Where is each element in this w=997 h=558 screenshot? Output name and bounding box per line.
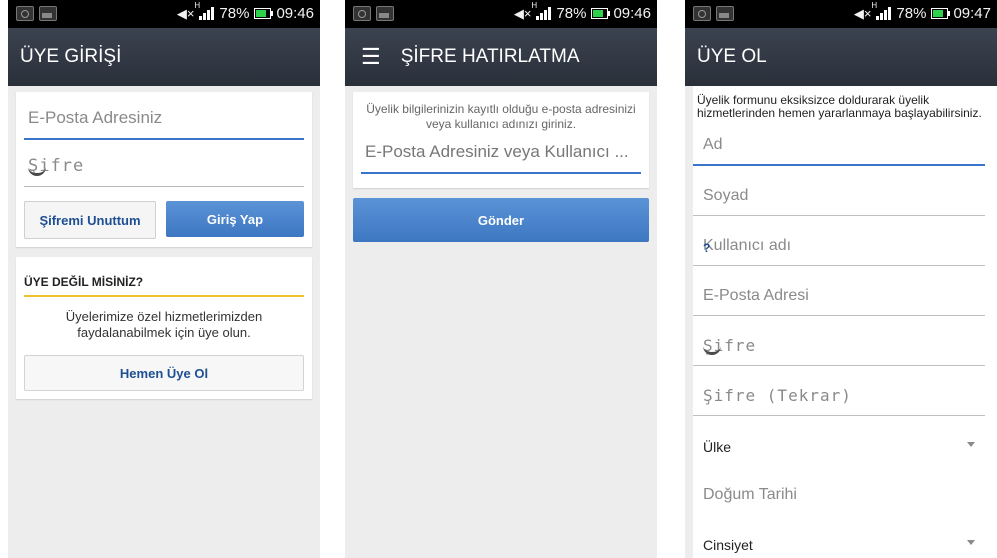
password-reminder-screen: ◀× H 78% 09:46 ☰ ŞİFRE HATIRLATMA Üyelik… (345, 0, 657, 558)
signal-icon: H (531, 1, 552, 20)
last-name-field[interactable]: Soyad (693, 166, 985, 216)
email-field[interactable]: E-Posta Adresiniz (24, 92, 304, 140)
login-card: E-Posta Adresiniz Şifre Şifremi Unuttum … (16, 92, 312, 247)
reminder-card: Üyelik bilgilerinizin kayıtlı olduğu e-p… (353, 92, 649, 188)
first-name-field[interactable]: Ad (693, 120, 985, 166)
email-placeholder: E-Posta Adresiniz (28, 108, 163, 127)
country-select[interactable]: Ülke (693, 416, 985, 465)
forgot-password-button[interactable]: Şifremi Unuttum (24, 201, 156, 239)
country-label: Ülke (703, 439, 732, 455)
mute-icon: ◀× (513, 5, 532, 21)
register-screen: ◀× H 78% 09:47 ÜYE OL Üyelik formunu eks… (685, 0, 997, 558)
signal-icon: H (194, 1, 215, 20)
app-bar: ÜYE GİRİŞİ (8, 28, 320, 86)
signal-icon: H (871, 1, 892, 20)
register-intro: Üyelik formunu eksiksizce doldurarak üye… (697, 93, 982, 120)
page-title: ÜYE OL (697, 46, 767, 67)
birth-date-field[interactable]: Doğum Tarihi (693, 465, 985, 514)
username-field[interactable]: Kullanıcı adı ? (693, 216, 985, 266)
help-icon[interactable]: ? (703, 241, 977, 255)
app-bar: ÜYE OL (685, 28, 997, 86)
camera-notification-icon (353, 6, 371, 21)
gender-select[interactable]: Cinsiyet (693, 514, 985, 558)
battery-icon (591, 8, 611, 19)
register-form: Üyelik formunu eksiksizce doldurarak üye… (693, 86, 997, 558)
image-notification-icon (376, 6, 394, 21)
gender-label: Cinsiyet (703, 537, 753, 553)
battery-percent: 78% (219, 5, 250, 22)
not-member-text: Üyelerimize özel hizmetlerimizden faydal… (65, 309, 263, 340)
battery-icon (931, 8, 951, 19)
mute-icon: ◀× (853, 5, 872, 21)
camera-notification-icon (16, 6, 34, 21)
reminder-hint: Üyelik bilgilerinizin kayıtlı olduğu e-p… (366, 102, 636, 131)
status-bar: ◀× H 78% 09:47 (685, 0, 997, 28)
battery-percent: 78% (556, 5, 587, 22)
hamburger-menu-icon[interactable]: ☰ (361, 44, 381, 70)
birth-date-placeholder: Doğum Tarihi (703, 486, 797, 503)
login-screen: ◀× H 78% 09:46 ÜYE GİRİŞİ E-Posta Adresi… (8, 0, 320, 558)
status-bar: ◀× H 78% 09:46 (8, 0, 320, 28)
status-bar: ◀× H 78% 09:46 (345, 0, 657, 28)
email-field[interactable]: E-Posta Adresi (693, 266, 985, 316)
send-button[interactable]: Gönder (353, 198, 649, 242)
last-name-placeholder: Soyad (703, 187, 749, 204)
mute-icon: ◀× (176, 5, 195, 21)
image-notification-icon (716, 6, 734, 21)
clock: 09:46 (276, 5, 314, 22)
image-notification-icon (39, 6, 57, 21)
password-field[interactable]: Şifre (24, 140, 304, 187)
register-promo-card: ÜYE DEĞİL MİSİNİZ? Üyelerimize özel hizm… (16, 257, 312, 399)
password-field[interactable]: Şifre (693, 316, 985, 366)
battery-percent: 78% (896, 5, 927, 22)
not-member-title: ÜYE DEĞİL MİSİNİZ? (24, 257, 304, 297)
password-repeat-placeholder: Şifre (Tekrar) (703, 386, 852, 405)
battery-icon (254, 8, 274, 19)
email-or-username-field[interactable]: E-Posta Adresiniz veya Kullanıcı ... (361, 132, 641, 174)
page-title: ÜYE GİRİŞİ (20, 46, 122, 67)
password-repeat-field[interactable]: Şifre (Tekrar) (693, 366, 985, 416)
page-title: ŞİFRE HATIRLATMA (400, 46, 580, 67)
camera-notification-icon (693, 6, 711, 21)
register-now-button[interactable]: Hemen Üye Ol (24, 355, 304, 391)
login-button[interactable]: Giriş Yap (166, 201, 304, 237)
clock: 09:47 (953, 5, 991, 22)
app-bar: ☰ ŞİFRE HATIRLATMA (345, 28, 657, 86)
email-placeholder: E-Posta Adresi (703, 287, 809, 304)
email-or-username-placeholder: E-Posta Adresiniz veya Kullanıcı ... (365, 142, 629, 161)
first-name-placeholder: Ad (703, 136, 723, 153)
clock: 09:46 (613, 5, 651, 22)
